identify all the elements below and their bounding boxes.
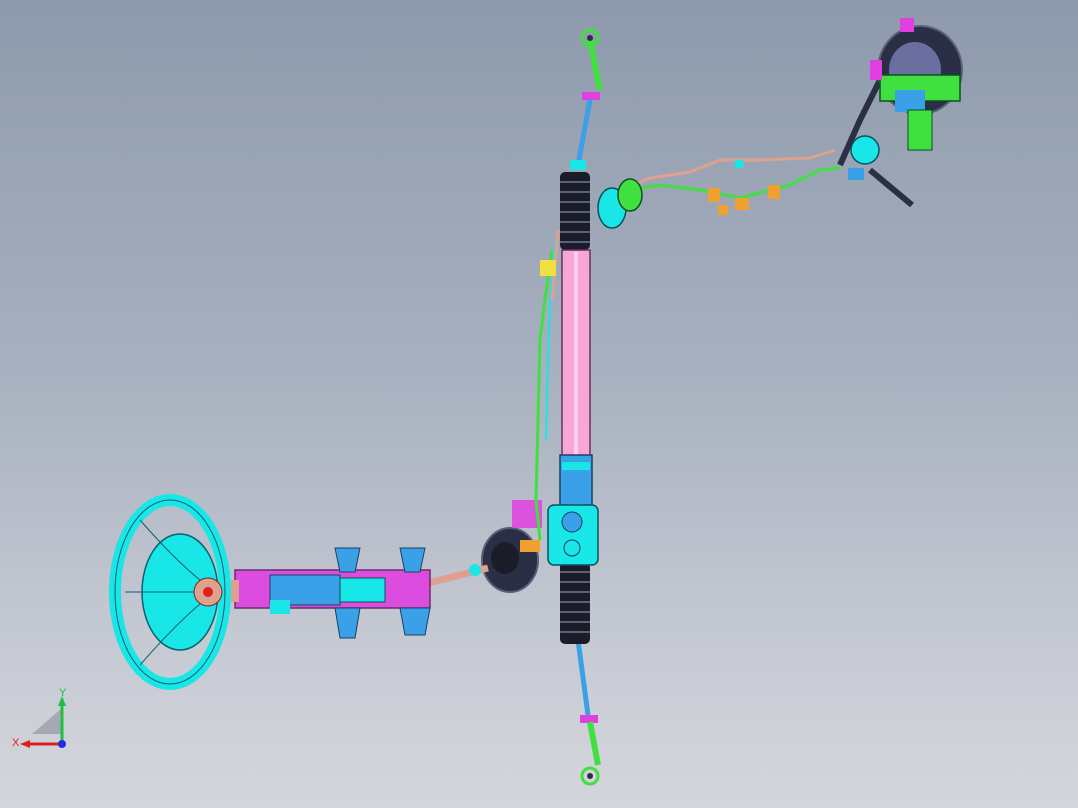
coordinate-triad: Y X [12,687,67,749]
lower-rack-boot[interactable] [560,562,590,644]
z-axis-dot [58,740,66,748]
upper-tie-rod[interactable] [570,28,603,170]
x-axis-label: X [12,737,20,749]
lower-tie-rod[interactable] [575,639,601,786]
cad-viewport[interactable]: Y X [0,0,1078,808]
steering-column[interactable] [225,547,431,639]
steering-system-model[interactable] [0,0,1078,808]
triad-plane [32,708,62,734]
rack-housing[interactable] [559,249,593,516]
upper-rack-boot[interactable] [560,172,590,250]
y-axis-label: Y [59,687,67,699]
steering-wheel[interactable] [109,494,231,690]
